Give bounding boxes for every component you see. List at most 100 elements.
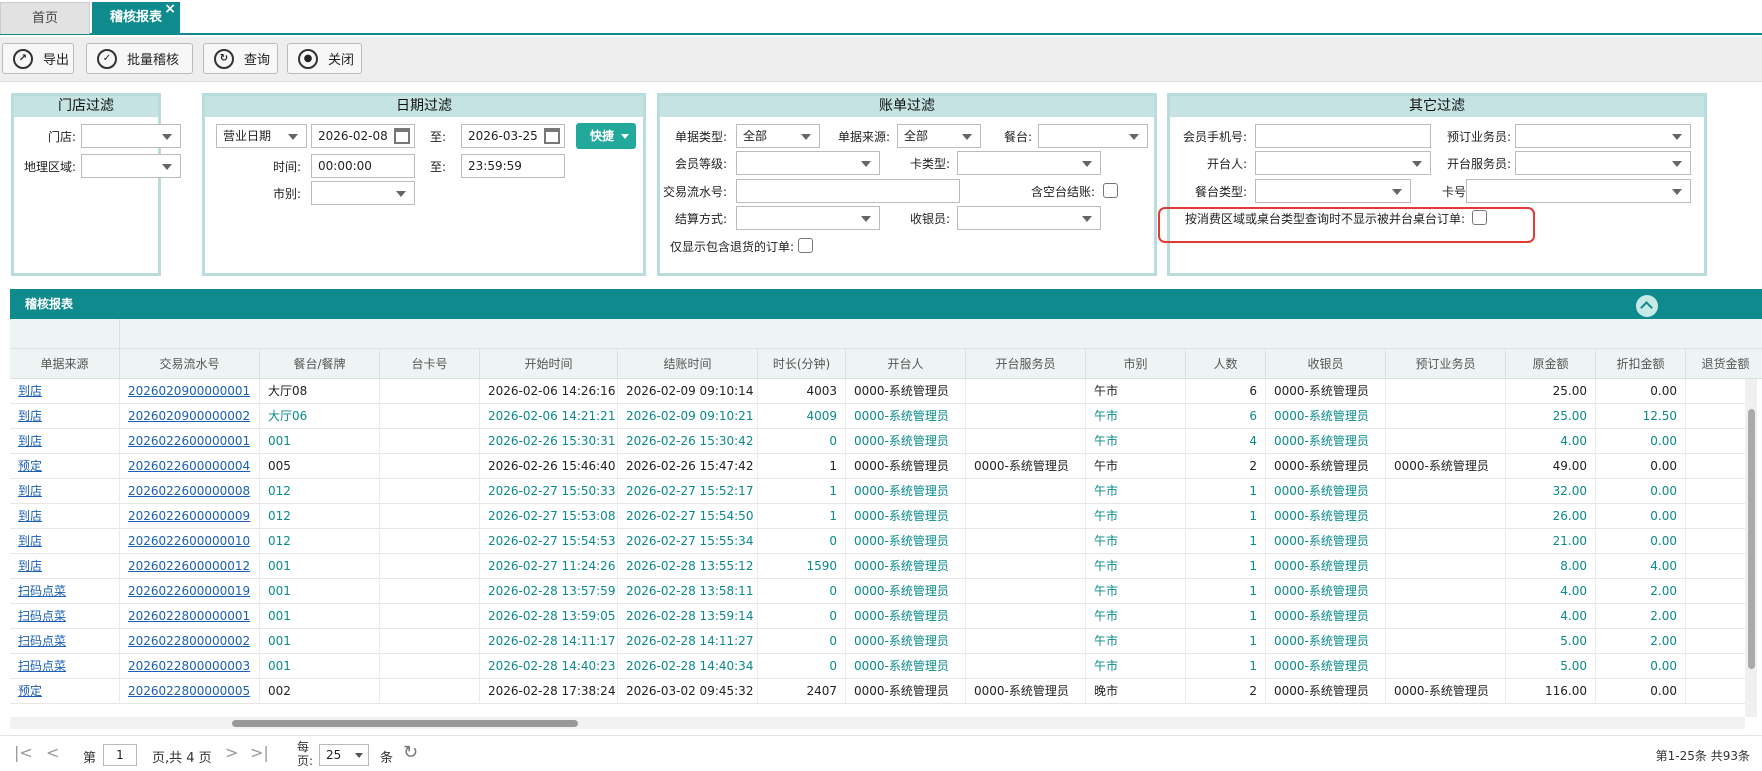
source-link[interactable]: 到店 (18, 509, 42, 523)
table-row[interactable]: 到店 2026022600000012 001 2026-02-27 11:24:26… (10, 554, 1745, 579)
source-link[interactable]: 预定 (18, 459, 42, 473)
col-booking-header[interactable]: 预订业务员 (1386, 349, 1506, 379)
region-select[interactable] (81, 154, 181, 178)
batch-audit-button[interactable]: ✓ 批量稽核 (86, 43, 193, 74)
table-row[interactable]: 扫码点菜 2026022600000019 001 2026-02-28 13:57:… (10, 579, 1745, 604)
serial-link[interactable]: 2026022600000012 (128, 559, 250, 573)
start-date-input[interactable]: 2026-02-08 (311, 124, 415, 148)
col-serial-header[interactable]: 交易流水号 (120, 349, 260, 379)
serial-link[interactable]: 2026022800000003 (128, 659, 250, 673)
opener-select[interactable] (1255, 151, 1431, 175)
last-page-icon[interactable]: >| (250, 743, 269, 762)
table-row[interactable]: 到店 2026022600000009 012 2026-02-27 15:53:08… (10, 504, 1745, 529)
serial-link[interactable]: 2026022600000009 (128, 509, 250, 523)
table-row[interactable]: 扫码点菜 2026022800000001 001 2026-02-28 13:59:… (10, 604, 1745, 629)
serial-link[interactable]: 2026020900000002 (128, 409, 250, 423)
serial-link[interactable]: 2026022800000005 (128, 684, 250, 698)
table-row[interactable]: 扫码点菜 2026022800000003 001 2026-02-28 14:40:… (10, 654, 1745, 679)
next-page-icon[interactable]: > (225, 743, 238, 762)
table-row[interactable]: 到店 2026022600000001 001 2026-02-26 15:30:31… (10, 429, 1745, 454)
horizontal-scroll-thumb[interactable] (232, 720, 578, 727)
vertical-scroll-thumb[interactable] (1748, 409, 1755, 669)
start-time-input[interactable]: 00:00:00 (311, 154, 415, 178)
date-type-select[interactable]: 营业日期 (216, 124, 307, 148)
col-opener-header[interactable]: 开台人 (846, 349, 966, 379)
source-link[interactable]: 扫码点菜 (18, 659, 66, 673)
col-table-header[interactable]: 餐台/餐牌 (260, 349, 380, 379)
empty-table-checkbox[interactable] (1103, 183, 1118, 198)
col-refund-header[interactable]: 退货金额 (1686, 349, 1762, 379)
source-link[interactable]: 到店 (18, 559, 42, 573)
close-button[interactable]: ● 关闭 (287, 43, 362, 74)
page-number-input[interactable]: 1 (103, 744, 137, 766)
col-start-header[interactable]: 开始时间 (480, 349, 618, 379)
table-row[interactable]: 扫码点菜 2026022800000002 001 2026-02-28 14:11:… (10, 629, 1745, 654)
source-link[interactable]: 扫码点菜 (18, 609, 66, 623)
pay-method-select[interactable] (736, 206, 880, 230)
prev-page-icon[interactable]: < (46, 743, 59, 762)
table-select[interactable] (1038, 124, 1148, 148)
calendar-icon[interactable] (394, 128, 410, 144)
market-select[interactable] (311, 181, 415, 205)
source-link[interactable]: 扫码点菜 (18, 634, 66, 648)
export-button[interactable]: ↗ 导出 (2, 43, 74, 74)
col-source-header[interactable]: 单据来源 (10, 349, 120, 379)
col-discount-header[interactable]: 折扣金额 (1596, 349, 1686, 379)
table-row[interactable]: 到店 2026020900000001 大厅08 2026-02-06 14:26:1… (10, 379, 1745, 404)
per-page-select[interactable]: 25 (319, 744, 369, 766)
quick-dropdown-button[interactable]: 快捷 (576, 123, 636, 149)
col-market-header[interactable]: 市别 (1086, 349, 1186, 379)
col-people-header[interactable]: 人数 (1186, 349, 1266, 379)
source-link[interactable]: 预定 (18, 684, 42, 698)
query-button[interactable]: ↻ 查询 (203, 43, 278, 74)
source-link[interactable]: 到店 (18, 484, 42, 498)
table-row[interactable]: 预定 2026022600000004 005 2026-02-26 15:46:40… (10, 454, 1745, 479)
first-page-icon[interactable]: |< (14, 743, 33, 762)
serial-link[interactable]: 2026022600000001 (128, 434, 250, 448)
col-card-header[interactable]: 台卡号 (380, 349, 480, 379)
cashier-select[interactable] (957, 206, 1101, 230)
serial-link[interactable]: 2026022600000008 (128, 484, 250, 498)
tab-home[interactable]: 首页 (0, 2, 90, 34)
collapse-up-icon[interactable] (1636, 295, 1658, 317)
serial-link[interactable]: 2026022600000019 (128, 584, 250, 598)
return-only-checkbox[interactable] (798, 238, 813, 253)
store-select[interactable] (81, 124, 181, 148)
col-duration-header[interactable]: 时长(分钟) (758, 349, 846, 379)
card-no-select[interactable] (1466, 179, 1691, 203)
tab-audit-report[interactable]: 稽核报表 × (92, 0, 180, 34)
end-date-input[interactable]: 2026-03-25 (461, 124, 565, 148)
table-row[interactable]: 到店 2026022600000010 012 2026-02-27 15:54:53… (10, 529, 1745, 554)
source-link[interactable]: 扫码点菜 (18, 584, 66, 598)
booking-staff-select[interactable] (1515, 124, 1691, 148)
table-row[interactable]: 到店 2026020900000002 大厅06 2026-02-06 14:21:2… (10, 404, 1745, 429)
opening-staff-select[interactable] (1515, 151, 1691, 175)
source-link[interactable]: 到店 (18, 384, 42, 398)
bill-type-select[interactable]: 全部 (736, 124, 820, 148)
serial-link[interactable]: 2026020900000001 (128, 384, 250, 398)
serial-input[interactable] (736, 179, 960, 203)
serial-link[interactable]: 2026022800000002 (128, 634, 250, 648)
col-amount-header[interactable]: 原金额 (1506, 349, 1596, 379)
phone-input[interactable] (1255, 124, 1431, 148)
table-row[interactable]: 预定 2026022800000005 002 2026-02-28 17:38:24… (10, 679, 1745, 704)
col-end-header[interactable]: 结账时间 (618, 349, 758, 379)
col-cashier-header[interactable]: 收银员 (1266, 349, 1386, 379)
vertical-scrollbar[interactable] (1745, 379, 1757, 717)
col-server-header[interactable]: 开台服务员 (966, 349, 1086, 379)
source-link[interactable]: 到店 (18, 534, 42, 548)
serial-link[interactable]: 2026022600000004 (128, 459, 250, 473)
calendar-icon[interactable] (544, 128, 560, 144)
source-link[interactable]: 到店 (18, 409, 42, 423)
table-type-select[interactable] (1255, 179, 1411, 203)
card-type-select[interactable] (957, 151, 1101, 175)
horizontal-scrollbar[interactable] (10, 717, 1745, 729)
end-time-input[interactable]: 23:59:59 (461, 154, 565, 178)
source-link[interactable]: 到店 (18, 434, 42, 448)
serial-link[interactable]: 2026022800000001 (128, 609, 250, 623)
table-row[interactable]: 到店 2026022600000008 012 2026-02-27 15:50:33… (10, 479, 1745, 504)
tab-close-icon[interactable]: × (164, 0, 176, 25)
member-level-select[interactable] (736, 151, 880, 175)
source-select[interactable]: 全部 (897, 124, 981, 148)
serial-link[interactable]: 2026022600000010 (128, 534, 250, 548)
